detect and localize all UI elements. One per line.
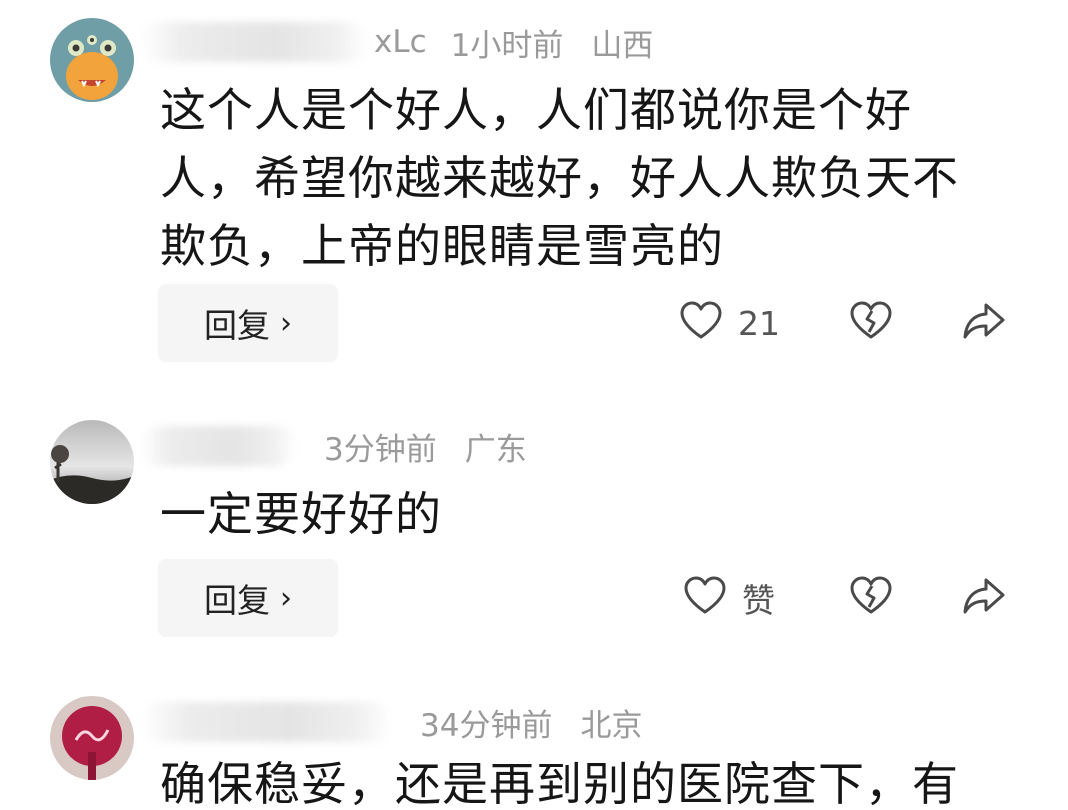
username-blurred[interactable] [140, 426, 296, 466]
broken-heart-icon [850, 576, 892, 620]
comment-location: 广东 [464, 431, 527, 468]
like-button[interactable]: 21 [680, 284, 780, 362]
username[interactable]: xLc [374, 24, 427, 60]
comment-time: 1小时前 [450, 27, 564, 64]
comment-time: 34分钟前 [420, 707, 553, 744]
like-label: 赞 [742, 581, 775, 620]
comment-text: 这个人是个好人，人们都说你是个好人，希望你越来越好，好人人欺负天不欺负，上帝的眼… [160, 83, 959, 273]
avatar[interactable] [50, 696, 134, 780]
username-blurred[interactable] [140, 702, 392, 742]
comment-meta: xLc 1小时前 山西 [140, 20, 653, 64]
comment-list: xLc 1小时前 山西 这个人是个好人，人们都说你是个好人，希望你越来越好，好人… [0, 0, 1068, 810]
dislike-button[interactable] [850, 284, 892, 362]
comment-time: 3分钟前 [324, 431, 437, 468]
comment-location: 北京 [580, 707, 643, 744]
share-button[interactable] [962, 284, 1006, 362]
comment-meta: 34分钟前 北京 [140, 700, 642, 744]
comment-location: 山西 [591, 27, 654, 64]
comment-actions: 赞 [0, 559, 1068, 637]
username-blurred[interactable] [140, 22, 368, 62]
like-button[interactable]: 赞 [684, 559, 775, 637]
share-arrow-icon [962, 301, 1006, 345]
comment-text: 确保稳妥，还是再到别的医院查下，有 [160, 757, 959, 810]
comment-actions: 21 [0, 284, 1068, 362]
dislike-button[interactable] [850, 559, 892, 637]
comment-text: 一定要好好的 [160, 487, 442, 541]
avatar[interactable] [50, 420, 134, 504]
heart-outline-icon [680, 301, 722, 345]
like-count: 21 [738, 303, 780, 343]
share-arrow-icon [962, 576, 1006, 620]
comment-meta: 3分钟前 广东 [140, 424, 527, 468]
share-button[interactable] [962, 559, 1006, 637]
broken-heart-icon [850, 301, 892, 345]
avatar[interactable] [50, 18, 134, 102]
heart-outline-icon [684, 576, 726, 620]
